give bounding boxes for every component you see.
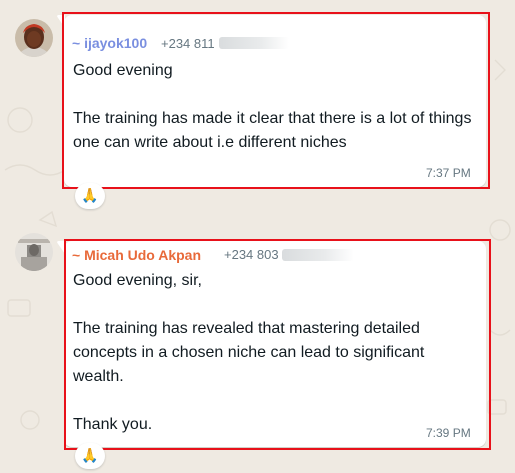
redacted-phone-digits bbox=[282, 249, 354, 261]
sender-phone[interactable]: +234 811 bbox=[161, 36, 215, 51]
folded-hands-icon: 🙏 bbox=[81, 448, 99, 464]
message-text: Good evening The training has made it cl… bbox=[73, 62, 472, 151]
redacted-phone-digits bbox=[219, 37, 289, 49]
reaction-badge[interactable]: 🙏 bbox=[75, 443, 105, 469]
bubble-tail bbox=[57, 241, 65, 254]
bubble-tail bbox=[57, 15, 65, 28]
sender-avatar[interactable] bbox=[15, 19, 53, 57]
sender-avatar[interactable] bbox=[15, 233, 53, 271]
message-timestamp: 7:39 PM bbox=[426, 426, 471, 440]
message-timestamp: 7:37 PM bbox=[426, 166, 471, 180]
folded-hands-icon: 🙏 bbox=[81, 188, 99, 204]
reaction-badge[interactable]: 🙏 bbox=[75, 183, 105, 209]
sender-name[interactable]: ~ Micah Udo Akpan bbox=[72, 247, 201, 263]
sender-name[interactable]: ~ ijayok100 bbox=[72, 35, 147, 51]
message-text: Good evening, sir, The training has reve… bbox=[73, 272, 425, 433]
sender-phone[interactable]: +234 803 bbox=[224, 247, 279, 262]
